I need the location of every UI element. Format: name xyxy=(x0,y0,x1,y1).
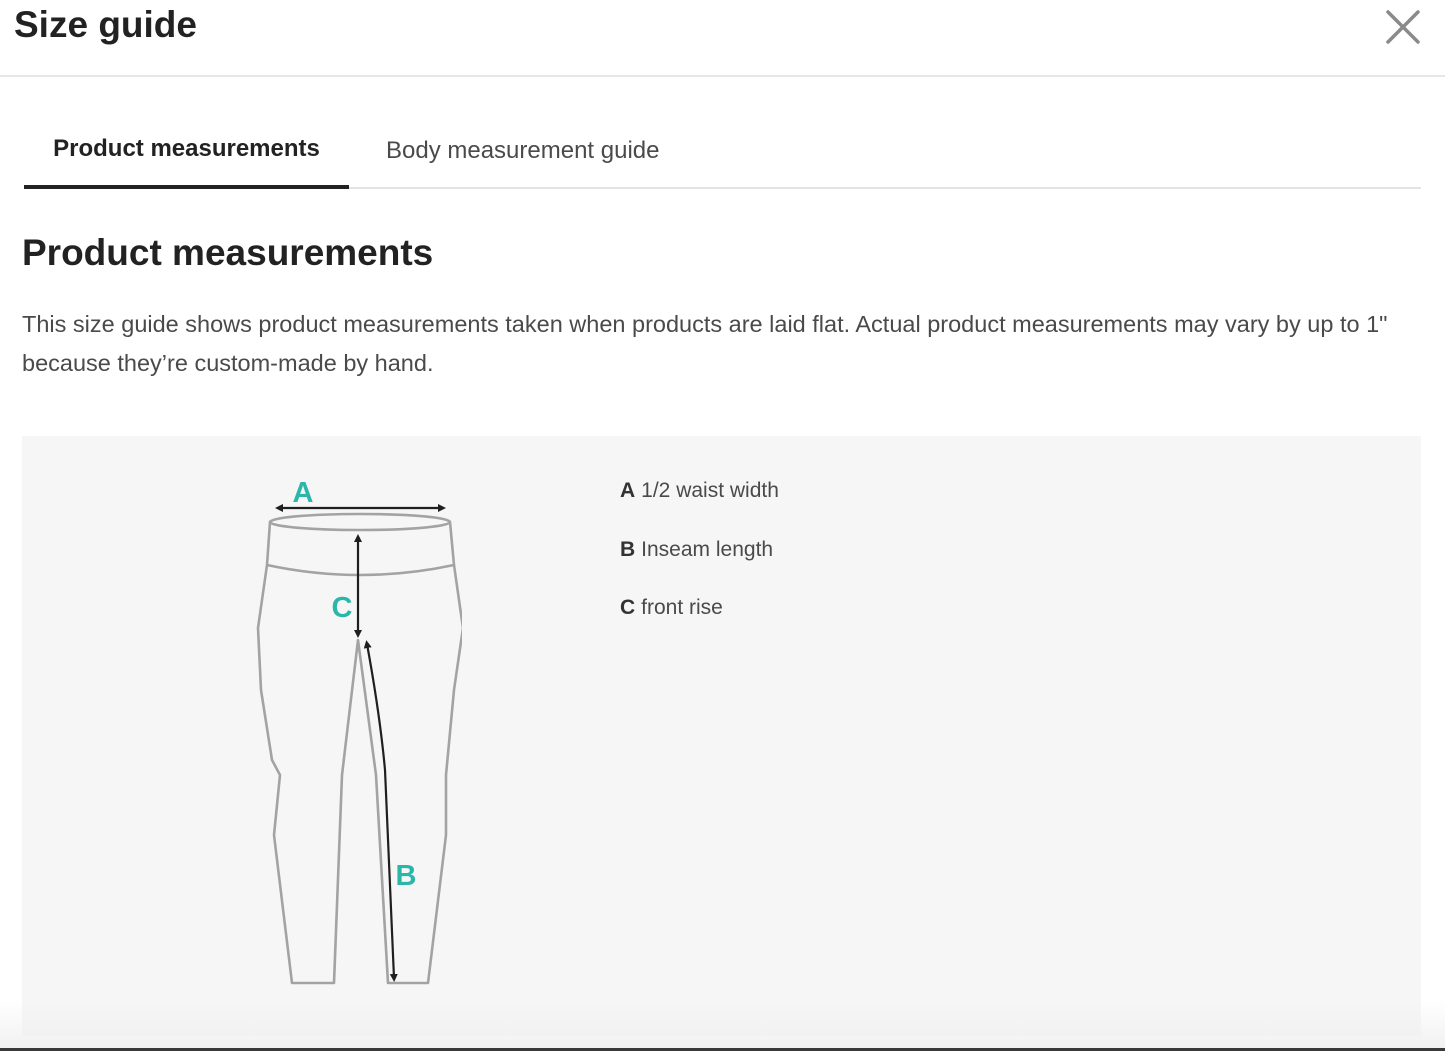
close-icon xyxy=(1386,10,1420,44)
size-guide-modal: Size guide Product measurements Body mea… xyxy=(0,0,1445,1051)
leggings-measurement-illustration: A C B xyxy=(256,477,462,985)
measure-line-b xyxy=(363,640,398,982)
diagram-label-b: B xyxy=(396,860,417,892)
legend-key: C xyxy=(620,596,636,619)
legend-key: A xyxy=(620,479,636,502)
legend-text: front rise xyxy=(641,596,723,619)
section-title: Product measurements xyxy=(22,232,434,273)
leggings-outline xyxy=(256,512,462,985)
legend-item: B Inseam length xyxy=(620,535,779,594)
diagram-label-a: A xyxy=(293,477,314,509)
modal-title: Size guide xyxy=(14,4,197,45)
modal-header: Size guide xyxy=(0,0,1445,77)
measurement-diagram-panel: A C B A 1/2 waist width B Inseam length Cf… xyxy=(22,436,1421,1036)
diagram-label-c: C xyxy=(332,592,353,624)
tab-body-measurement-guide[interactable]: Body measurement guide xyxy=(386,113,660,189)
legend-item: Cfront rise xyxy=(620,593,779,652)
tab-product-measurements[interactable]: Product measurements xyxy=(24,113,349,189)
measurement-legend: A 1/2 waist width B Inseam length Cfront r… xyxy=(620,476,779,652)
section-description: This size guide shows product measuremen… xyxy=(22,311,1388,376)
legend-item: A 1/2 waist width xyxy=(620,476,779,535)
legend-text: Inseam length xyxy=(641,537,774,561)
legend-text: 1/2 waist width xyxy=(641,479,779,502)
close-button[interactable] xyxy=(1380,4,1426,50)
legend-key: B xyxy=(620,537,636,561)
size-guide-tabs: Product measurements Body measurement gu… xyxy=(24,113,1421,189)
